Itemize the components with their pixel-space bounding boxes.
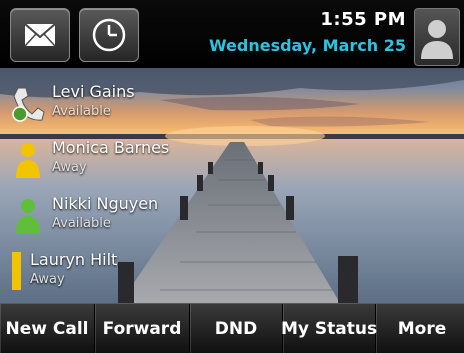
contact-levi-gains[interactable]: Levi Gains Available <box>0 76 200 126</box>
contact-status: Away <box>30 272 65 287</box>
softkey-forward[interactable]: Forward <box>95 304 190 353</box>
contact-monica-barnes[interactable]: Monica Barnes Away <box>0 132 200 182</box>
top-status-bar: 1:55 PM Wednesday, March 25 <box>0 0 464 68</box>
person-silhouette-icon <box>421 20 453 59</box>
contact-nikki-nguyen[interactable]: Nikki Nguyen Available <box>0 188 200 238</box>
contact-status: Available <box>52 216 111 231</box>
clock-time: 1:55 PM <box>320 9 406 30</box>
contact-name: Nikki Nguyen <box>52 194 159 213</box>
softkey-dnd[interactable]: DND <box>190 304 283 353</box>
envelope-icon <box>24 23 56 47</box>
softkey-new-call[interactable]: New Call <box>0 304 95 353</box>
softkey-bar: New Call Forward DND My Status More <box>0 303 464 353</box>
contact-status: Available <box>52 104 111 119</box>
clock-button[interactable] <box>79 8 139 62</box>
person-available-icon <box>16 199 40 234</box>
contact-name: Levi Gains <box>52 82 135 101</box>
person-away-icon <box>16 143 40 178</box>
phone-screen: 1:55 PM Wednesday, March 25 Levi Gains A… <box>0 0 464 353</box>
contact-name: Monica Barnes <box>52 138 170 157</box>
softkey-my-status[interactable]: My Status <box>281 304 377 353</box>
messages-button[interactable] <box>10 8 70 62</box>
softkey-more[interactable]: More <box>376 304 464 353</box>
contact-lauryn-hilt[interactable]: Lauryn Hilt Away <box>0 244 200 294</box>
profile-button[interactable] <box>414 8 460 66</box>
contact-name: Lauryn Hilt <box>30 250 118 269</box>
current-date: Wednesday, March 25 <box>208 36 406 55</box>
contact-status: Away <box>52 160 87 175</box>
phone-handset-icon <box>12 87 45 122</box>
clock-icon <box>92 18 126 52</box>
